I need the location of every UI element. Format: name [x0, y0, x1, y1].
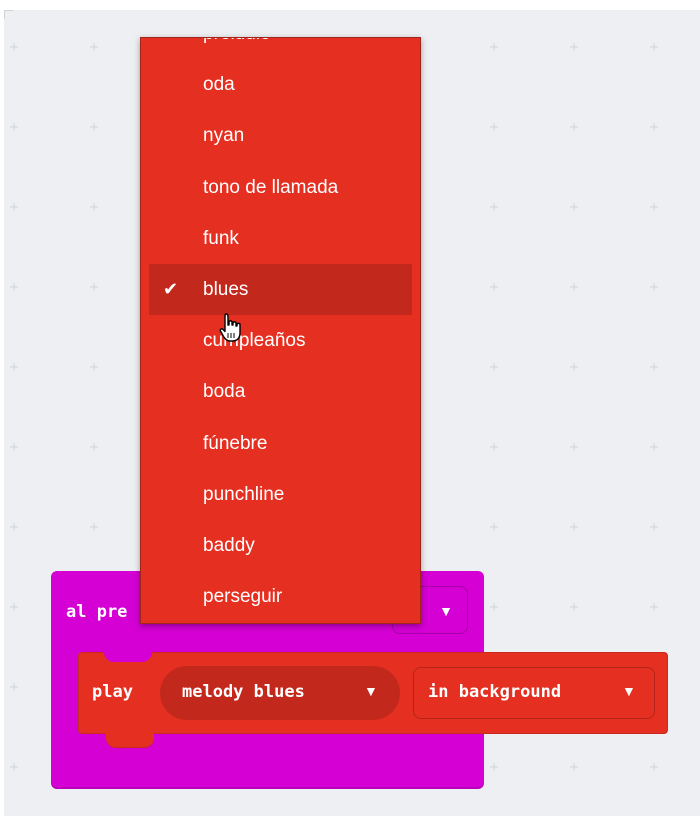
menu-item-funk[interactable]: funk — [141, 213, 420, 264]
menu-item-preludio[interactable]: preludio — [141, 38, 420, 59]
chevron-down-icon: ▼ — [439, 603, 453, 619]
chevron-down-icon: ▼ — [364, 683, 378, 699]
melody-dropdown-label: melody blues — [182, 682, 305, 702]
melody-dropdown-menu[interactable]: preludio oda nyan tono de llamada funk ✔… — [140, 37, 421, 624]
menu-item-nyan[interactable]: nyan — [141, 110, 420, 161]
hand-pointer-icon — [219, 313, 241, 342]
menu-item-blues[interactable]: ✔ blues — [149, 263, 412, 316]
chevron-down-icon: ▼ — [622, 683, 636, 699]
menu-item-boda[interactable]: boda — [141, 366, 420, 417]
check-icon: ✔ — [163, 278, 179, 299]
menu-item-tono-de-llamada[interactable]: tono de llamada — [141, 162, 420, 213]
menu-item-oda[interactable]: oda — [141, 59, 420, 110]
play-label: play — [92, 682, 133, 702]
event-block-label: al pre — [66, 602, 128, 622]
menu-item-funebre[interactable]: fúnebre — [141, 418, 420, 469]
block-notch-bottom — [106, 733, 154, 748]
menu-item-baddy[interactable]: baddy — [141, 520, 420, 571]
menu-item-perseguir[interactable]: perseguir — [141, 571, 420, 622]
background-mode-label: in background — [428, 682, 562, 702]
menu-item-punchline[interactable]: punchline — [141, 469, 420, 520]
block-notch — [104, 652, 152, 662]
menu-item-cumpleanos[interactable]: cumpleaños — [141, 315, 420, 366]
